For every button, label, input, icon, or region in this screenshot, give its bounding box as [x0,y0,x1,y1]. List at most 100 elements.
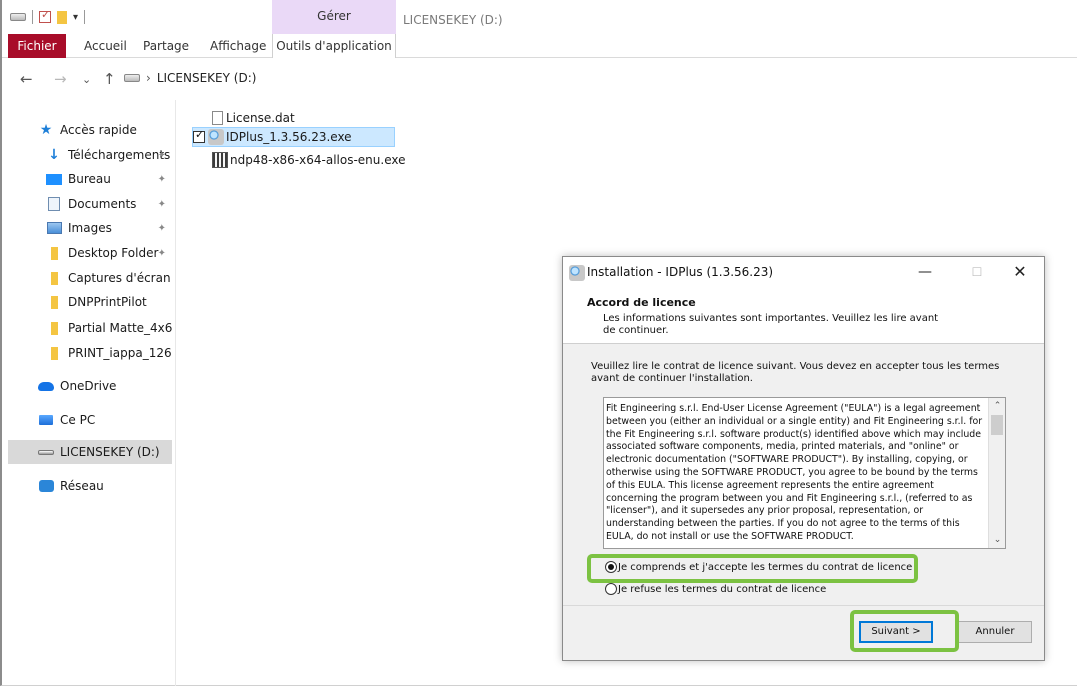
nav-item-screenshots[interactable]: Captures d'écran [46,266,172,290]
address-bar: ← → ⌄ ↑ › LICENSEKEY (D:) [2,58,1077,100]
page-title: Accord de licence [587,296,696,309]
refuse-radio[interactable] [605,583,617,595]
drive-icon [38,444,54,460]
tab-file[interactable]: Fichier [8,34,66,58]
manage-label: Gérer [317,9,351,23]
nav-item-label: Ce PC [60,413,96,427]
nav-item-partial-matte[interactable]: Partial Matte_4x6_D [46,316,172,340]
star-icon: ★ [39,122,53,138]
nav-item-this-pc[interactable]: Ce PC [38,408,172,432]
next-button-highlight [850,610,959,652]
breadcrumb-location[interactable]: LICENSEKEY (D:) [157,71,257,85]
installer-dialog: Installation - IDPlus (1.3.56.23) — ☐ ✕ … [562,256,1045,661]
nav-item-label: Téléchargements [68,148,171,162]
explorer-titlebar: ▾ Gérer LICENSEKEY (D:) [2,0,1077,58]
pc-icon [38,412,54,428]
back-arrow-icon[interactable]: ← [20,70,33,88]
maximize-icon[interactable]: ☐ [960,261,994,283]
file-icon [212,111,223,125]
close-icon[interactable]: ✕ [1003,261,1037,283]
properties-icon[interactable] [39,8,51,23]
page-subtitle: Les informations suivantes sont importan… [603,313,939,336]
nav-item-label: Réseau [60,479,104,493]
pin-icon[interactable]: ✦ [158,174,166,185]
file-item-idplus-exe[interactable]: IDPlus_1.3.56.23.exe [192,127,395,147]
dialog-header: Accord de licence Les informations suiva… [563,287,1044,344]
folder-icon [46,345,62,361]
file-item-license-dat[interactable]: License.dat [212,108,295,128]
documents-icon [46,196,62,212]
recent-locations-chevron-icon[interactable]: ⌄ [82,73,91,86]
minimize-icon[interactable]: — [908,261,942,283]
scroll-thumb[interactable] [991,415,1003,435]
nav-item-onedrive[interactable]: OneDrive [38,374,172,398]
nav-item-dnpprintpilot[interactable]: DNPPrintPilot [46,290,172,314]
nav-item-label: Bureau [68,172,111,186]
toolbar-separator [32,10,33,24]
tab-application-tools[interactable]: Outils d'application [272,34,396,58]
folder-icon [46,245,62,261]
nav-item-label: Accès rapide [60,123,137,137]
new-folder-icon[interactable] [57,10,67,24]
breadcrumb-chevron-icon[interactable]: › [146,71,151,85]
setup-icon [208,129,224,145]
nav-item-label: PRINT_iappa_1266V [68,346,172,360]
nav-item-label: Images [68,221,112,235]
nav-item-images[interactable]: Images ✦ [46,216,172,240]
images-icon [46,220,62,236]
file-name: License.dat [226,111,295,125]
file-checkbox[interactable] [193,128,205,143]
forward-arrow-icon[interactable]: → [54,70,67,88]
cancel-button[interactable]: Annuler [958,621,1032,643]
nav-item-documents[interactable]: Documents ✦ [46,192,172,216]
scroll-up-icon[interactable]: ⌃ [989,398,1006,414]
nav-item-print-iappa[interactable]: PRINT_iappa_1266V [46,341,172,365]
pin-icon[interactable]: ✦ [158,223,166,234]
license-text: Fit Engineering s.r.l. End-User License … [606,403,986,542]
desktop-icon [46,171,62,187]
navigation-pane: ★ Accès rapide ↓ Téléchargements ✦ Burea… [2,100,176,686]
file-name: IDPlus_1.3.56.23.exe [226,130,352,144]
refuse-label[interactable]: Je refuse les termes du contrat de licen… [618,584,826,595]
nav-item-label: OneDrive [60,379,117,393]
toolbar-separator [84,10,86,24]
ribbon-tabs: Fichier Accueil Partage Affichage Outils… [2,34,1077,58]
nav-item-desktop-folder[interactable]: Desktop Folder ✦ [46,241,172,265]
license-intro-text: Veuillez lire le contrat de licence suiv… [591,361,1000,384]
pin-icon[interactable]: ✦ [158,248,166,259]
up-arrow-icon[interactable]: ↑ [103,70,116,88]
tab-share[interactable]: Partage [143,34,189,58]
customize-toolbar-icon[interactable]: ▾ [73,12,78,23]
tab-home[interactable]: Accueil [84,34,127,58]
refuse-license-option[interactable]: Je refuse les termes du contrat de licen… [605,581,826,597]
folder-icon [46,270,62,286]
installer-icon [212,152,228,168]
nav-item-label: Desktop Folder [68,246,159,260]
dialog-title: Installation - IDPlus (1.3.56.23) [587,265,774,279]
nav-item-network[interactable]: Réseau [38,474,172,498]
pin-icon[interactable]: ✦ [158,199,166,210]
download-icon: ↓ [48,147,60,163]
file-item-ndp48-exe[interactable]: ndp48-x86-x64-allos-enu.exe [212,150,405,170]
window-title: LICENSEKEY (D:) [403,13,503,27]
breadcrumb[interactable]: › LICENSEKEY (D:) [124,71,256,85]
cloud-icon [38,378,54,394]
nav-item-downloads[interactable]: ↓ Téléchargements ✦ [46,143,172,167]
network-icon [38,478,54,494]
nav-item-label: Partial Matte_4x6_D [68,321,172,335]
setup-icon [569,265,585,281]
scroll-down-icon[interactable]: ⌄ [989,532,1006,548]
accept-option-highlight [587,554,918,583]
license-text-box[interactable]: Fit Engineering s.r.l. End-User License … [603,397,1006,549]
nav-item-licensekey-drive[interactable]: LICENSEKEY (D:) [8,440,172,464]
nav-item-desktop[interactable]: Bureau ✦ [46,167,172,191]
folder-icon [46,320,62,336]
tab-view[interactable]: Affichage [210,34,266,58]
footer-divider [563,605,1044,606]
pin-icon[interactable]: ✦ [158,150,166,161]
license-scrollbar[interactable]: ⌃ ⌄ [988,398,1005,548]
drive-icon [10,13,26,21]
file-name: ndp48-x86-x64-allos-enu.exe [230,153,406,167]
nav-item-quick-access[interactable]: ★ Accès rapide [38,118,172,142]
quick-access-toolbar: ▾ [10,8,86,24]
